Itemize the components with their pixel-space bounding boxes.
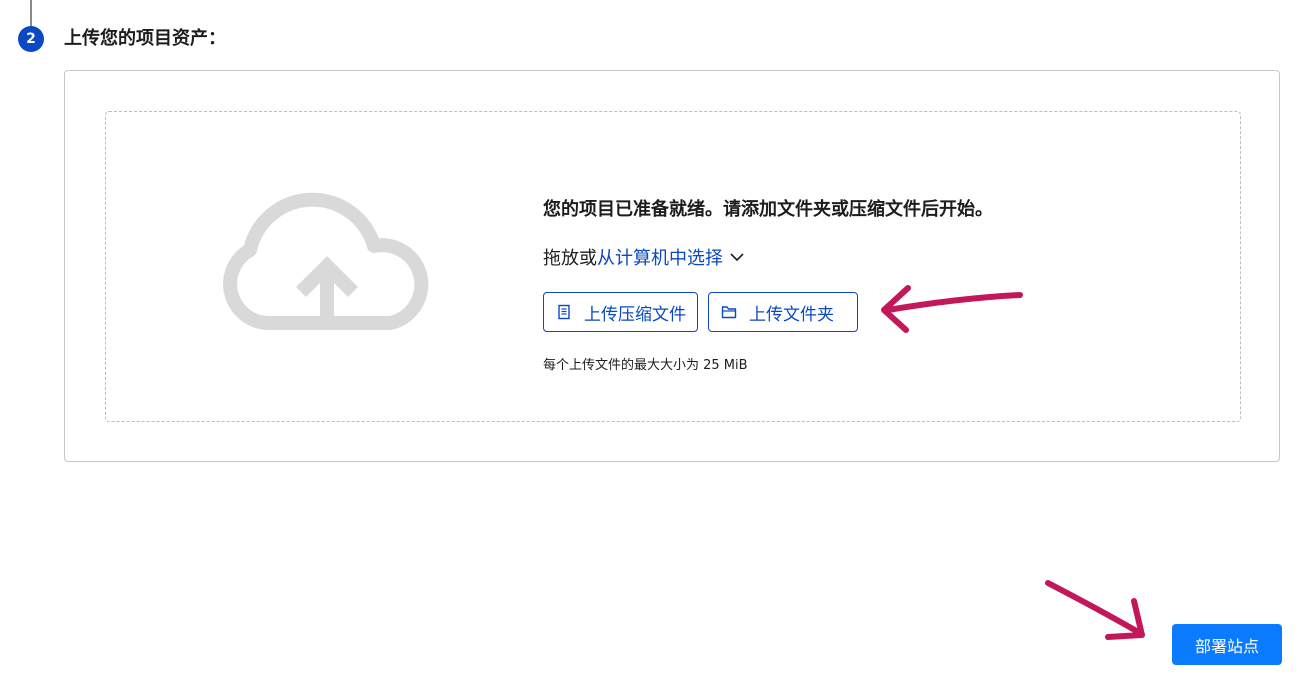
- cloud-upload-icon: [223, 192, 429, 330]
- annotation-arrow-deploy: [1045, 580, 1145, 640]
- select-from-computer-label: 从计算机中选择: [597, 248, 723, 269]
- select-from-computer-link[interactable]: 从计算机中选择: [597, 244, 745, 270]
- page: 2 上传您的项目资产： 您的项目已准备就绪。请添加文件夹或压缩文件后开始。 拖放…: [0, 0, 1300, 679]
- drag-drop-text: 拖放或: [543, 248, 597, 269]
- upload-zip-button[interactable]: 上传压缩文件: [543, 292, 698, 332]
- deploy-site-button[interactable]: 部署站点: [1172, 624, 1282, 665]
- step-connector-line: [30, 0, 32, 26]
- upload-folder-button[interactable]: 上传文件夹: [708, 292, 858, 332]
- step-number-badge: 2: [18, 26, 44, 52]
- drag-drop-row: 拖放或 从计算机中选择: [543, 244, 745, 270]
- folder-icon: [721, 306, 737, 319]
- upload-folder-label: 上传文件夹: [749, 304, 834, 325]
- max-size-note: 每个上传文件的最大大小为 25 MiB: [543, 358, 748, 373]
- upload-zip-label: 上传压缩文件: [584, 304, 686, 325]
- step-title: 上传您的项目资产：: [64, 28, 226, 49]
- file-icon: [558, 304, 570, 320]
- ready-message: 您的项目已准备就绪。请添加文件夹或压缩文件后开始。: [543, 199, 993, 220]
- chevron-down-icon: [730, 253, 744, 262]
